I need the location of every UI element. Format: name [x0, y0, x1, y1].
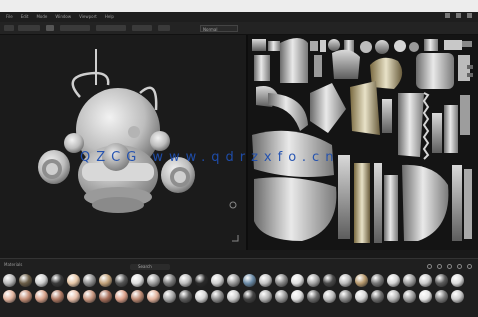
material-swatch[interactable]: [131, 274, 144, 287]
material-swatch[interactable]: [259, 274, 272, 287]
uv-layout: [252, 38, 473, 243]
material-swatch[interactable]: [259, 290, 272, 303]
material-swatch[interactable]: [307, 290, 320, 303]
material-swatch[interactable]: [195, 274, 208, 287]
material-swatch[interactable]: [227, 274, 240, 287]
material-swatch[interactable]: [179, 290, 192, 303]
material-swatch[interactable]: [387, 274, 400, 287]
material-swatch[interactable]: [435, 274, 448, 287]
material-swatch[interactable]: [211, 290, 224, 303]
view-mode-dropdown[interactable]: Normal: [200, 25, 238, 32]
window-controls: [445, 13, 472, 18]
tool-slider[interactable]: [18, 25, 40, 31]
material-swatch[interactable]: [163, 290, 176, 303]
maximize-icon[interactable]: [456, 13, 461, 18]
menu-item-edit[interactable]: Edit: [21, 12, 29, 22]
search-input[interactable]: Search: [130, 264, 170, 270]
material-swatch[interactable]: [435, 290, 448, 303]
material-swatch[interactable]: [371, 290, 384, 303]
painter-app-window: File Edit Mode Window Viewport Help Norm…: [0, 0, 478, 317]
material-swatch[interactable]: [243, 290, 256, 303]
material-swatch[interactable]: [275, 290, 288, 303]
menubar: File Edit Mode Window Viewport Help: [0, 12, 478, 22]
robot-model: [38, 49, 239, 242]
material-swatch[interactable]: [403, 274, 416, 287]
material-swatch[interactable]: [419, 290, 432, 303]
material-swatch[interactable]: [115, 274, 128, 287]
material-swatch[interactable]: [51, 274, 64, 287]
material-swatch[interactable]: [355, 290, 368, 303]
material-swatch[interactable]: [83, 274, 96, 287]
title-strip: [0, 0, 478, 12]
grid-icon[interactable]: [437, 264, 442, 269]
material-swatch[interactable]: [323, 290, 336, 303]
material-swatch[interactable]: [291, 290, 304, 303]
material-swatch[interactable]: [195, 290, 208, 303]
close-icon[interactable]: [467, 264, 472, 269]
material-swatch[interactable]: [243, 274, 256, 287]
list-icon[interactable]: [447, 264, 452, 269]
material-swatch[interactable]: [355, 274, 368, 287]
menu-item-mode[interactable]: Mode: [36, 12, 47, 22]
material-swatch[interactable]: [115, 290, 128, 303]
menu-item-file[interactable]: File: [6, 12, 13, 22]
material-swatch[interactable]: [307, 274, 320, 287]
material-swatch[interactable]: [35, 290, 48, 303]
material-swatch[interactable]: [147, 290, 160, 303]
stroke-slider[interactable]: [132, 25, 152, 31]
material-swatch[interactable]: [35, 274, 48, 287]
material-swatch[interactable]: [163, 274, 176, 287]
material-swatch[interactable]: [339, 274, 352, 287]
material-swatch[interactable]: [419, 274, 432, 287]
material-swatch[interactable]: [275, 274, 288, 287]
viewport-3d[interactable]: [0, 35, 246, 250]
shelf-title: Materials: [4, 262, 23, 267]
material-swatch[interactable]: [291, 274, 304, 287]
material-swatch[interactable]: [99, 274, 112, 287]
symmetry-button[interactable]: [158, 25, 170, 31]
material-swatch[interactable]: [67, 274, 80, 287]
menu-item-window[interactable]: Window: [55, 12, 71, 22]
material-swatch[interactable]: [19, 274, 32, 287]
material-swatch[interactable]: [3, 274, 16, 287]
material-swatch[interactable]: [211, 274, 224, 287]
toolbar: [0, 22, 478, 35]
material-swatch[interactable]: [387, 290, 400, 303]
material-swatch[interactable]: [403, 290, 416, 303]
material-swatch[interactable]: [83, 290, 96, 303]
menu-item-help[interactable]: Help: [105, 12, 114, 22]
shelf-toolbar: [427, 264, 472, 269]
material-swatch[interactable]: [19, 290, 32, 303]
material-swatch[interactable]: [339, 290, 352, 303]
material-row-1: [3, 274, 464, 287]
material-swatch[interactable]: [3, 290, 16, 303]
material-row-2: [3, 290, 464, 303]
material-swatch[interactable]: [371, 274, 384, 287]
flow-slider[interactable]: [96, 25, 126, 31]
brush-icon[interactable]: [46, 25, 54, 31]
material-swatch[interactable]: [179, 274, 192, 287]
close-icon[interactable]: [467, 13, 472, 18]
minimize-icon[interactable]: [445, 13, 450, 18]
material-swatch[interactable]: [67, 290, 80, 303]
material-swatch[interactable]: [451, 274, 464, 287]
watermark-text: QZCG www.qdrzxfo.cn: [80, 150, 340, 165]
material-shelf: Materials Search: [0, 258, 478, 317]
uv-texture-viewport[interactable]: [248, 35, 478, 250]
material-swatch[interactable]: [227, 290, 240, 303]
material-swatch[interactable]: [451, 290, 464, 303]
material-swatch[interactable]: [147, 274, 160, 287]
material-swatch[interactable]: [323, 274, 336, 287]
settings-icon[interactable]: [427, 264, 432, 269]
tool-button[interactable]: [4, 25, 14, 31]
add-icon[interactable]: [457, 264, 462, 269]
material-swatch[interactable]: [99, 290, 112, 303]
material-swatch[interactable]: [51, 290, 64, 303]
material-swatch[interactable]: [131, 290, 144, 303]
menu-item-viewport[interactable]: Viewport: [79, 12, 97, 22]
size-slider[interactable]: [60, 25, 90, 31]
